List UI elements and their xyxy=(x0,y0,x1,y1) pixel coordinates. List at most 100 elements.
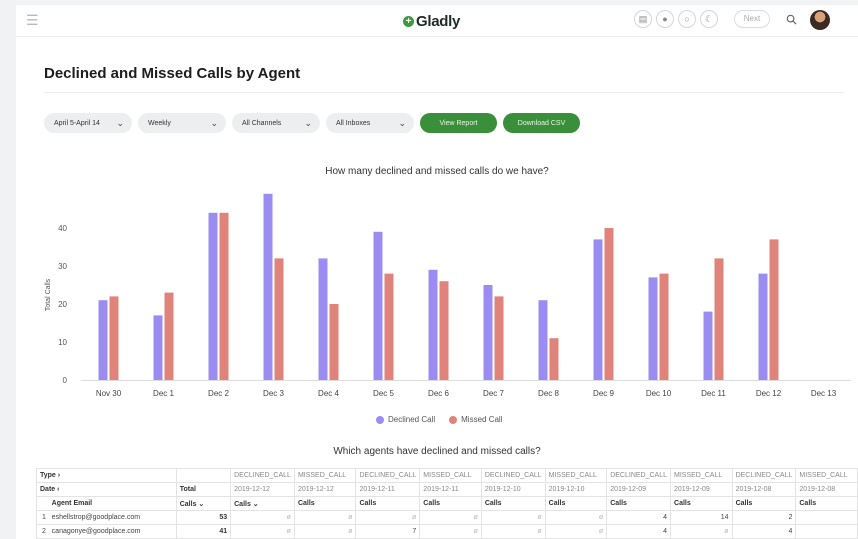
bar-missed xyxy=(494,296,504,380)
measure-header[interactable]: Calls xyxy=(670,496,733,511)
legend-label-missed: Missed Call xyxy=(461,415,503,424)
x-tick-label: Dec 9 xyxy=(593,389,614,398)
app-window: ☰ + Gladly ▤ ● ○ ☾ Next Declined and Mis… xyxy=(16,5,858,539)
column-date-header: 2019-12-10 xyxy=(544,482,608,497)
value-cell: ø xyxy=(670,524,733,539)
total-cell: 53 xyxy=(175,510,232,525)
y-tick-label: 10 xyxy=(58,338,67,347)
column-date-header: 2019-12-10 xyxy=(480,482,546,497)
bar-missed xyxy=(384,273,394,380)
value-cell: 2 xyxy=(731,510,797,525)
measure-header[interactable]: Calls xyxy=(293,496,357,511)
table-row: 1 eshellstrop@goodplace.com 53 ø ø ø ø ø ø 4 14 2 xyxy=(36,510,858,525)
column-date-header: 2019-12-11 xyxy=(419,482,482,497)
column-type-header: DECLINED_CALL xyxy=(480,468,546,483)
type-dimension-label[interactable]: Type › xyxy=(36,468,177,483)
bar-missed xyxy=(439,281,449,380)
bar-declined xyxy=(318,258,328,380)
column-date-header: 2019-12-08 xyxy=(795,482,858,497)
value-cell: 4 xyxy=(731,524,797,539)
y-tick-label: 40 xyxy=(58,224,67,233)
value-cell xyxy=(795,510,858,525)
legend-label-declined: Declined Call xyxy=(388,415,436,424)
value-cell: ø xyxy=(544,524,608,539)
table-header-type-row: Type › DECLINED_CALL MISSED_CALL DECLINED_C… xyxy=(36,468,858,483)
bar-declined xyxy=(263,193,273,380)
column-type-header: DECLINED_CALL xyxy=(606,468,672,483)
table-title: Which agents have declined and missed ca… xyxy=(333,446,541,457)
bar-declined xyxy=(98,300,108,380)
x-tick-label: Dec 3 xyxy=(263,389,284,398)
column-type-header: DECLINED_CALL xyxy=(230,468,295,483)
column-type-header: MISSED_CALL xyxy=(795,468,858,483)
bar-declined xyxy=(153,315,163,380)
y-axis-title: Total Calls xyxy=(45,278,52,311)
x-tick-label: Dec 1 xyxy=(153,389,174,398)
column-type-header: DECLINED_CALL xyxy=(731,468,797,483)
bar-missed xyxy=(274,258,284,380)
chart-legend: Declined Call Missed Call xyxy=(376,415,516,424)
agent-email-cell: 1 eshellstrop@goodplace.com xyxy=(36,510,177,525)
value-cell: 7 xyxy=(355,524,421,539)
agent-email-header[interactable]: Agent Email xyxy=(36,496,177,511)
x-tick-label: Dec 5 xyxy=(373,389,394,398)
value-cell: 4 xyxy=(606,524,672,539)
bar-missed xyxy=(109,296,119,380)
legend-swatch-missed xyxy=(449,415,458,424)
legend-item-missed[interactable]: Missed Call xyxy=(449,415,502,424)
x-tick-label: Dec 11 xyxy=(701,389,726,398)
bar-declined xyxy=(483,285,493,380)
date-dimension-label[interactable]: Date ‹ xyxy=(36,482,177,497)
column-date-header: 2019-12-09 xyxy=(606,482,672,497)
x-tick-label: Dec 6 xyxy=(428,389,449,398)
measure-header[interactable]: Calls xyxy=(419,496,482,511)
total-column-header: Total xyxy=(175,482,232,497)
bar-missed xyxy=(329,304,339,380)
column-date-header: 2019-12-12 xyxy=(230,482,295,497)
column-type-header: MISSED_CALL xyxy=(670,468,733,483)
value-cell: ø xyxy=(230,524,295,539)
x-tick-label: Dec 12 xyxy=(756,389,782,398)
measure-header[interactable]: Calls ⌄ xyxy=(230,496,295,511)
value-cell: ø xyxy=(230,510,295,525)
measure-header[interactable]: Calls xyxy=(795,496,858,511)
column-date-header: 2019-12-12 xyxy=(293,482,357,497)
table-row: 2 canagonye@goodplace.com 41 ø ø 7 ø ø ø 4 ø 4 xyxy=(36,524,858,539)
measure-header[interactable]: Calls xyxy=(606,496,672,511)
table-header-date-row: Date ‹ Total 2019-12-12 2019-12-12 2019-12-1… xyxy=(36,482,858,497)
bar-missed xyxy=(659,273,669,380)
column-date-header: 2019-12-11 xyxy=(355,482,421,497)
bar-chart: Total Calls 0 10 20 30 40 Nov 30 Dec 1 Dec 2 Dec … xyxy=(45,193,851,398)
measure-header[interactable]: Calls xyxy=(544,496,608,511)
value-cell: ø xyxy=(419,524,482,539)
bar-missed xyxy=(549,338,559,380)
value-cell: ø xyxy=(293,510,357,525)
calls-sort-header[interactable]: Calls ⌄ xyxy=(175,496,232,511)
column-type-header: MISSED_CALL xyxy=(419,468,482,483)
bar-declined xyxy=(428,269,438,380)
bar-missed xyxy=(769,239,779,380)
table-header-measure-row: Agent Email Calls ⌄ Calls ⌄ Calls Calls Calls… xyxy=(36,496,858,511)
value-cell xyxy=(795,524,858,539)
agent-email-cell: 2 canagonye@goodplace.com xyxy=(36,524,177,539)
x-tick-label: Dec 7 xyxy=(483,389,504,398)
bar-declined xyxy=(758,273,768,380)
y-tick-label: 0 xyxy=(63,376,68,385)
x-tick-label: Dec 4 xyxy=(318,389,339,398)
pivot-table: Type › DECLINED_CALL MISSED_CALL DECLINED_C… xyxy=(36,468,858,539)
total-cell: 41 xyxy=(175,524,232,539)
x-tick-label: Dec 8 xyxy=(538,389,559,398)
measure-header[interactable]: Calls xyxy=(355,496,421,511)
bar-missed xyxy=(164,292,174,380)
bar-declined xyxy=(373,231,383,380)
bar-missed xyxy=(714,258,724,380)
bar-declined xyxy=(648,277,658,380)
x-tick-label: Dec 10 xyxy=(646,389,672,398)
measure-header[interactable]: Calls xyxy=(480,496,546,511)
measure-header[interactable]: Calls xyxy=(731,496,797,511)
total-header-spacer xyxy=(175,468,232,483)
column-type-header: MISSED_CALL xyxy=(293,468,357,483)
legend-item-declined[interactable]: Declined Call xyxy=(376,415,435,424)
x-tick-label: Dec 13 xyxy=(811,389,837,398)
value-cell: ø xyxy=(355,510,421,525)
